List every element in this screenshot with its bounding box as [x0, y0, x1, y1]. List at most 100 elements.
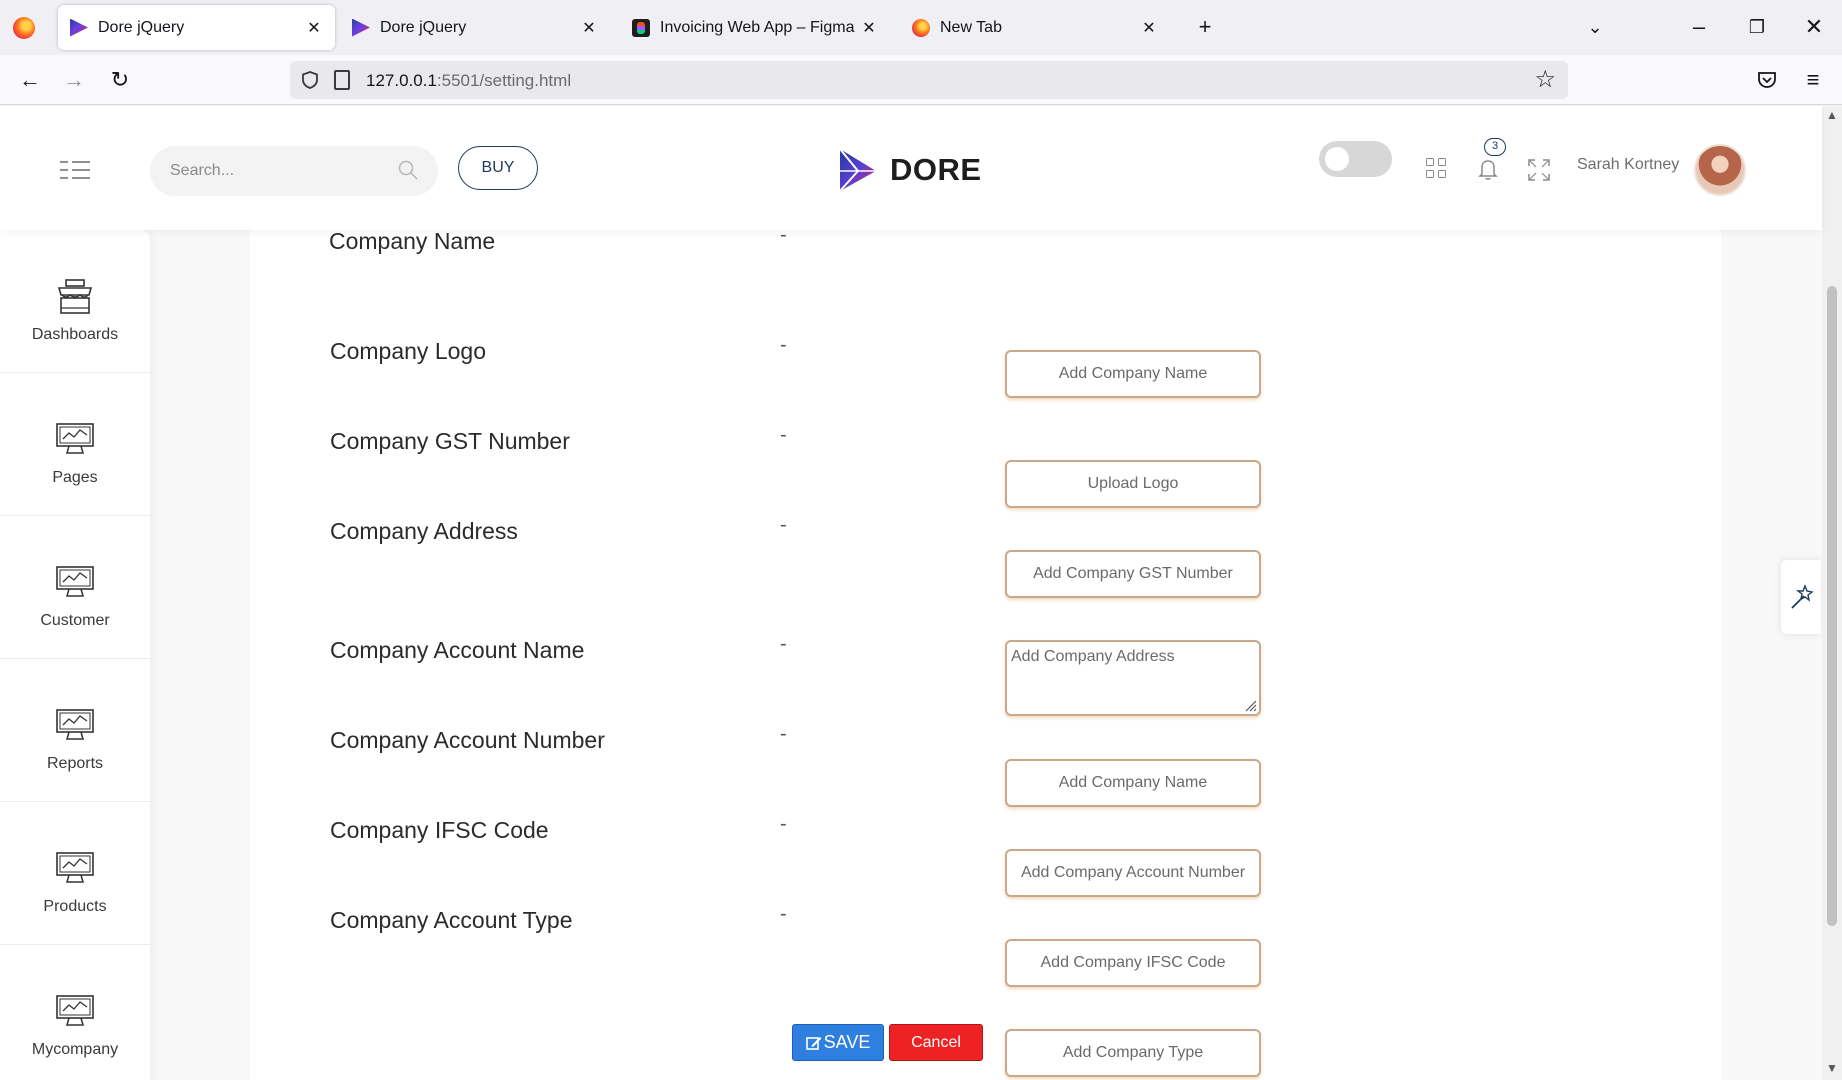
field-label: Company Logo: [330, 338, 486, 364]
scroll-up-chevron-icon[interactable]: ▲: [1826, 108, 1838, 122]
scrollbar-thumb[interactable]: [1827, 286, 1837, 926]
page-scrollbar[interactable]: ▲ ▼: [1822, 106, 1842, 1080]
edit-icon: [805, 1036, 822, 1050]
firefox-menu-icon[interactable]: [13, 17, 35, 39]
url-path: :5501/setting.html: [436, 71, 572, 90]
close-icon[interactable]: ✕: [305, 18, 323, 38]
buy-button[interactable]: BUY: [458, 146, 538, 190]
browser-tab[interactable]: Dore jQuery ✕: [58, 5, 335, 50]
upload-logo-button[interactable]: Upload Logo: [1005, 460, 1261, 508]
new-tab-plus-icon[interactable]: +: [1190, 14, 1220, 40]
forward-arrow-icon[interactable]: →: [60, 67, 88, 93]
tab-title: Dore jQuery: [98, 18, 185, 36]
field-label: Company Name: [329, 228, 496, 254]
monitor-icon: [56, 852, 94, 883]
sidebar-item-label: Customer: [40, 612, 110, 629]
reload-icon[interactable]: ↻: [106, 67, 134, 93]
list-tabs-chevron-down-icon[interactable]: ⌄: [1580, 14, 1610, 40]
fullscreen-icon[interactable]: [1527, 158, 1551, 182]
scroll-down-chevron-icon[interactable]: ▼: [1826, 1061, 1838, 1075]
url-host: 127.0.0.1: [366, 71, 437, 90]
separator: -: [780, 334, 787, 356]
search-box: [150, 146, 438, 196]
window-close-icon[interactable]: ✕: [1799, 14, 1829, 40]
save-button[interactable]: SAVE: [792, 1024, 884, 1061]
toggle-knob: [1325, 147, 1349, 171]
shop-icon: [57, 279, 93, 314]
browser-tab[interactable]: Invoicing Web App – Figma ✕: [620, 5, 890, 50]
search-icon[interactable]: [398, 160, 418, 180]
brand-logo[interactable]: DORE: [838, 146, 982, 194]
sidebar: Dashboards Pages Customer Reports Produc…: [0, 230, 150, 1080]
separator: -: [780, 424, 787, 446]
tab-title: New Tab: [940, 18, 1002, 36]
resize-grip-icon[interactable]: [1243, 698, 1257, 712]
browser-tab[interactable]: Dore jQuery ✕: [340, 5, 610, 50]
url-bar[interactable]: 127.0.0.1:5501/setting.html ☆: [290, 61, 1568, 99]
sidebar-item-label: Pages: [52, 469, 98, 486]
search-input[interactable]: [170, 146, 390, 196]
monitor-icon: [56, 709, 94, 740]
firefox-favicon-icon: [912, 18, 930, 37]
account-name-input[interactable]: [1005, 759, 1261, 807]
page-viewport: BUY DORE 3: [0, 106, 1842, 1080]
close-icon[interactable]: ✕: [860, 18, 878, 38]
sidebar-item-pages[interactable]: Pages: [0, 373, 150, 516]
magic-wand-icon: [1791, 584, 1814, 609]
user-name[interactable]: Sarah Kortney: [1577, 156, 1679, 174]
sidebar-item-reports[interactable]: Reports: [0, 659, 150, 802]
close-icon[interactable]: ✕: [1140, 18, 1158, 38]
restore-icon[interactable]: ❐: [1742, 14, 1772, 40]
theme-customizer-button[interactable]: [1781, 560, 1821, 634]
tab-title: Dore jQuery: [380, 18, 467, 36]
save-button-label: SAVE: [823, 1032, 871, 1052]
browser-nav-bar: ← → ↻ 127.0.0.1:5501/setting.html ☆ ≡: [0, 55, 1842, 105]
separator: -: [780, 723, 787, 745]
app-top-nav: BUY DORE 3: [0, 106, 1822, 230]
theme-toggle-switch[interactable]: [1319, 141, 1392, 177]
cancel-button[interactable]: Cancel: [889, 1024, 983, 1061]
back-arrow-icon[interactable]: ←: [16, 67, 44, 93]
url-text[interactable]: 127.0.0.1:5501/setting.html: [366, 71, 571, 91]
field-label: Company IFSC Code: [330, 817, 549, 843]
dore-favicon-icon: [70, 18, 88, 37]
menu-toggle-icon[interactable]: [60, 161, 90, 181]
separator: -: [780, 633, 787, 655]
minimize-icon[interactable]: –: [1684, 14, 1714, 40]
figma-favicon-icon: [632, 18, 650, 37]
sidebar-item-products[interactable]: Products: [0, 802, 150, 945]
sidebar-item-mycompany[interactable]: Mycompany: [0, 945, 150, 1080]
browser-tab[interactable]: New Tab ✕: [900, 5, 1170, 50]
gst-number-input[interactable]: [1005, 550, 1261, 598]
page-info-icon[interactable]: [334, 70, 350, 90]
sidebar-item-label: Mycompany: [31, 1041, 119, 1058]
field-label: Company Account Number: [330, 727, 605, 753]
company-address-textarea[interactable]: [1005, 640, 1261, 716]
field-label: Company GST Number: [330, 428, 570, 454]
monitor-icon: [56, 423, 94, 454]
apps-grid-icon[interactable]: [1426, 158, 1448, 180]
notification-bell-icon[interactable]: [1476, 156, 1500, 182]
account-type-input[interactable]: [1005, 1029, 1261, 1077]
sidebar-item-dashboards[interactable]: Dashboards: [0, 230, 150, 373]
separator: -: [780, 903, 787, 925]
dore-favicon-icon: [352, 18, 370, 37]
tracking-shield-icon[interactable]: [300, 70, 320, 90]
monitor-icon: [56, 995, 94, 1026]
bookmark-star-icon[interactable]: ☆: [1534, 65, 1556, 94]
company-name-input[interactable]: [1005, 350, 1261, 398]
dore-logo-icon: [839, 148, 876, 192]
browser-tab-bar: Dore jQuery ✕ Dore jQuery ✕ Invoicing We…: [0, 0, 1842, 55]
pocket-icon[interactable]: [1756, 69, 1778, 91]
ifsc-code-input[interactable]: [1005, 939, 1261, 987]
tab-title: Invoicing Web App – Figma: [660, 18, 855, 36]
avatar[interactable]: [1694, 144, 1746, 196]
field-label: Company Address: [330, 518, 518, 544]
sidebar-item-customer[interactable]: Customer: [0, 516, 150, 659]
close-icon[interactable]: ✕: [580, 18, 598, 38]
separator: -: [780, 514, 787, 536]
notification-count-badge: 3: [1484, 138, 1506, 156]
account-number-input[interactable]: [1005, 849, 1261, 897]
brand-name: DORE: [890, 152, 982, 187]
hamburger-menu-icon[interactable]: ≡: [1799, 67, 1827, 93]
